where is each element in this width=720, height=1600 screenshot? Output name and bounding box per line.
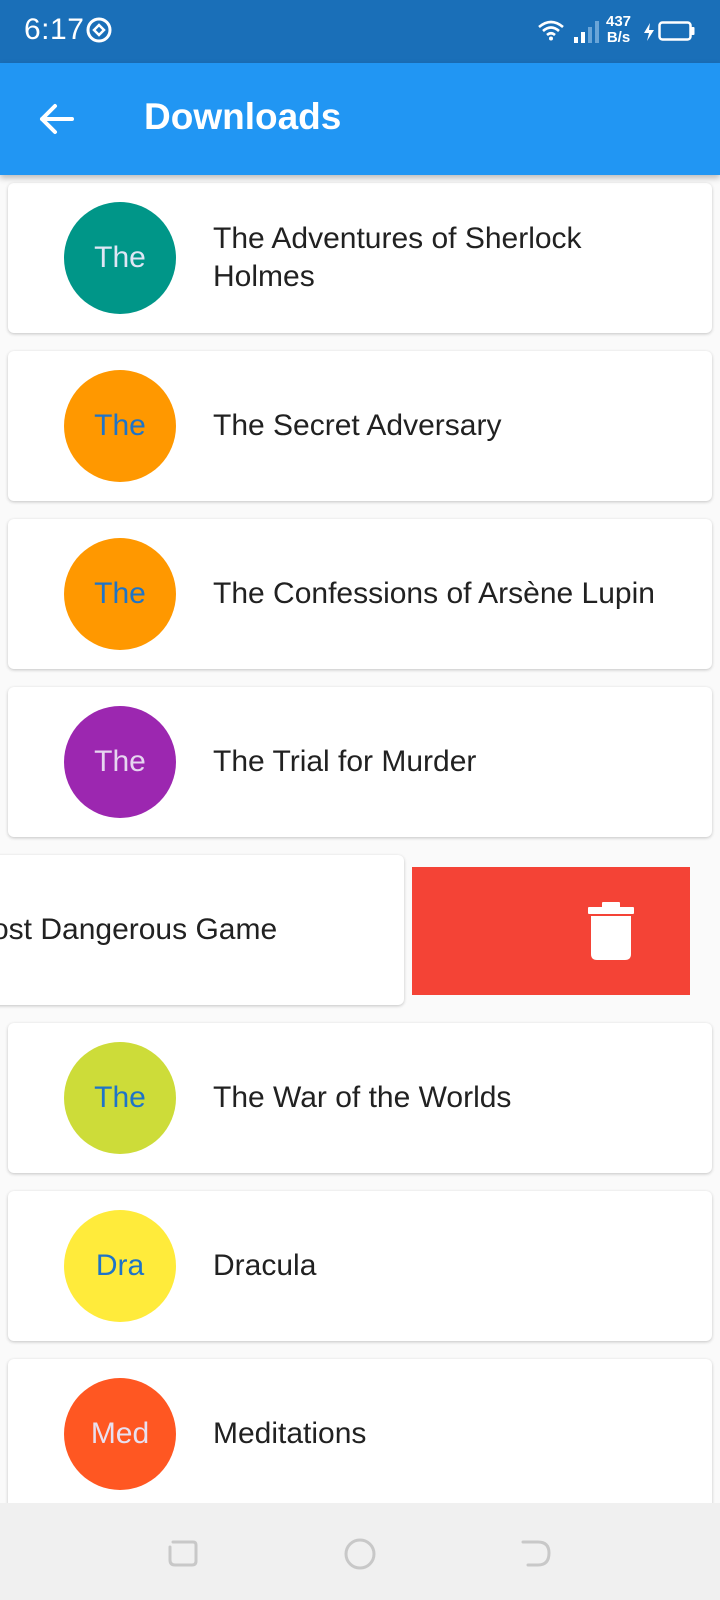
arrow-back-icon — [40, 104, 74, 134]
book-title: The Secret Adversary — [213, 409, 502, 442]
book-avatar: The — [64, 706, 176, 818]
book-title: Meditations — [213, 1417, 367, 1450]
system-nav-bar — [0, 1503, 720, 1600]
battery-icon — [658, 21, 695, 41]
signal-icon — [574, 21, 599, 43]
book-avatar: The — [64, 370, 176, 482]
back-button[interactable] — [28, 91, 84, 147]
book-card[interactable]: The The Adventures of Sherlock Holmes — [8, 183, 712, 333]
back-icon[interactable] — [520, 1538, 552, 1568]
book-card[interactable]: The The Trial for Murder — [8, 687, 712, 837]
swipe-delete-background[interactable] — [412, 867, 690, 995]
charging-icon — [644, 23, 654, 41]
book-title: The Adventures of Sherlock Holmes — [213, 222, 582, 293]
book-initials: The — [94, 745, 146, 778]
book-avatar: Dra — [64, 1210, 176, 1322]
book-title: The Confessions of Arsène Lupin — [213, 577, 655, 610]
book-initials: Med — [90, 1417, 150, 1450]
status-bar: 6:17 437 B/s — [0, 0, 720, 63]
book-initials: The — [94, 1081, 146, 1114]
book-initials: The — [94, 409, 146, 442]
book-initials: The — [94, 577, 146, 610]
book-card[interactable]: The The War of the Worlds — [8, 1023, 712, 1173]
downloads-list[interactable]: The The Adventures of Sherlock Holmes Th… — [0, 175, 720, 1503]
recents-icon[interactable] — [167, 1538, 199, 1568]
app-bar: Downloads — [0, 63, 720, 175]
trash-icon — [588, 902, 634, 960]
page-title: Downloads — [144, 96, 342, 137]
book-title: The War of the Worlds — [213, 1081, 512, 1114]
book-card[interactable]: The The Confessions of Arsène Lupin — [8, 519, 712, 669]
book-title: ost Dangerous Game — [0, 913, 278, 946]
book-card[interactable]: Med Meditations — [8, 1359, 712, 1503]
book-title: The Trial for Murder — [213, 745, 477, 778]
book-title: Dracula — [213, 1249, 317, 1282]
home-icon[interactable] — [344, 1538, 376, 1570]
book-avatar: The — [64, 538, 176, 650]
app-notification-icon — [86, 17, 112, 43]
book-avatar: The — [64, 202, 176, 314]
book-avatar: Med — [64, 1378, 176, 1490]
network-speed: 437 B/s — [606, 14, 631, 46]
book-initials: The — [94, 241, 146, 274]
status-time: 6:17 — [24, 13, 85, 46]
book-card[interactable]: The The Secret Adversary — [8, 351, 712, 501]
wifi-icon — [538, 20, 564, 41]
book-initials: Dra — [95, 1249, 145, 1282]
book-card[interactable]: Dra Dracula — [8, 1191, 712, 1341]
book-card-swiped[interactable]: ost Dangerous Game — [0, 855, 404, 1005]
book-avatar: The — [64, 1042, 176, 1154]
network-speed-value: 437 — [606, 13, 632, 30]
network-speed-unit: B/s — [606, 29, 631, 46]
